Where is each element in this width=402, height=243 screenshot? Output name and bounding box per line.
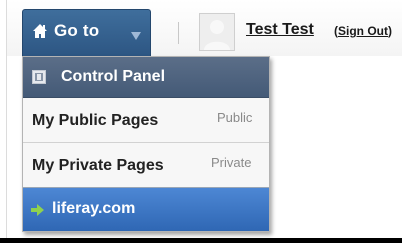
menu-item-my-private-pages[interactable]: My Private Pages Private [23, 143, 269, 188]
user-name-link[interactable]: Test Test [246, 21, 314, 39]
menu-item-label: My Private Pages [32, 157, 164, 174]
sign-out-paren-close: ) [388, 24, 392, 38]
menu-item-liferay-com[interactable]: liferay.com [23, 188, 269, 231]
sign-out-link[interactable]: Sign Out [338, 24, 388, 38]
dockbar-divider [178, 22, 179, 44]
chevron-down-icon [131, 27, 141, 40]
dockbar: Go to Test Test (Sign Out) [7, 0, 402, 56]
control-panel-icon [32, 70, 46, 84]
goto-menu-button[interactable]: Go to [22, 9, 151, 56]
avatar[interactable] [199, 13, 235, 51]
goto-dropdown-menu: Control Panel My Public Pages Public My … [22, 56, 270, 232]
goto-label: Go to [54, 21, 100, 40]
menu-item-label: liferay.com [52, 200, 136, 217]
menu-item-tag: Private [211, 155, 252, 170]
menu-item-label: My Public Pages [32, 112, 159, 129]
bottom-border [0, 238, 402, 243]
sign-out: (Sign Out) [334, 24, 392, 38]
home-icon [32, 23, 48, 39]
menu-item-tag: Public [217, 110, 253, 125]
menu-item-my-public-pages[interactable]: My Public Pages Public [23, 98, 269, 143]
arrow-right-icon [31, 203, 44, 216]
menu-item-control-panel[interactable]: Control Panel [23, 57, 269, 98]
menu-item-label: Control Panel [61, 68, 166, 85]
